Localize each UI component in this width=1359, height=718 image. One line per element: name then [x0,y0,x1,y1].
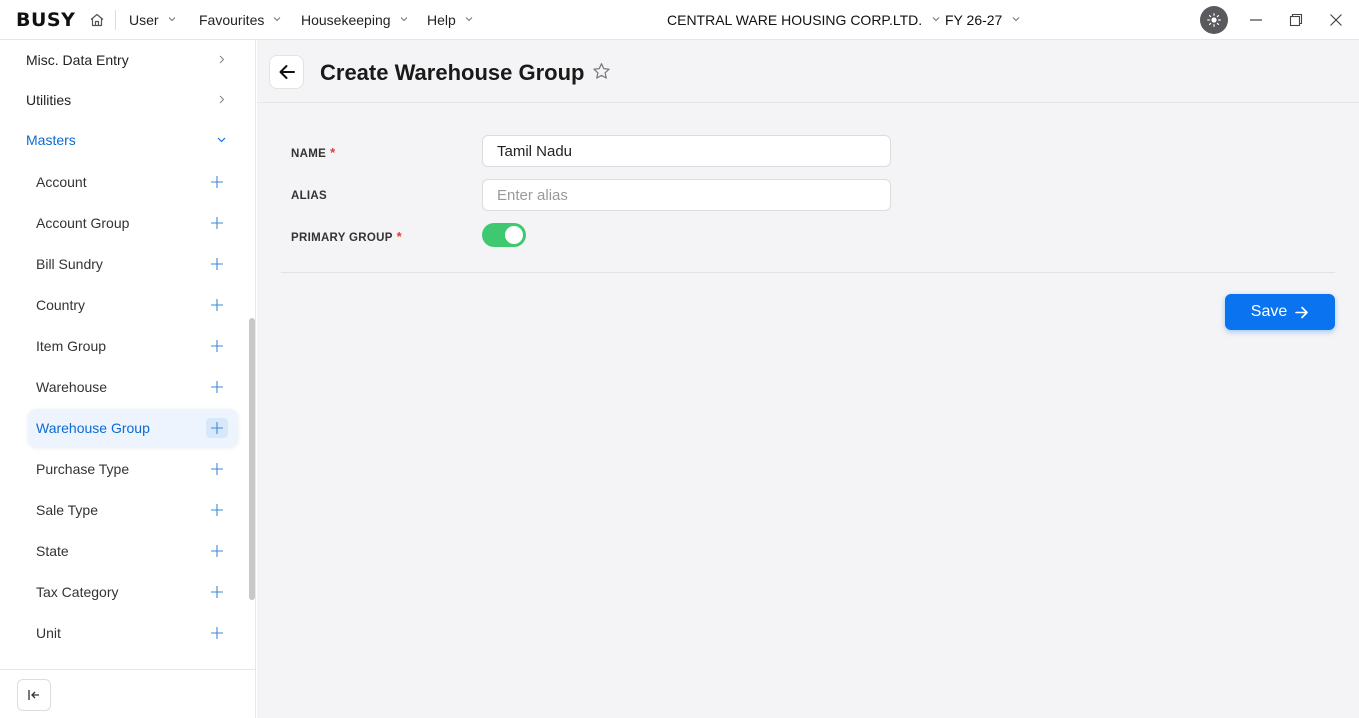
menu-help-label: Help [427,12,456,28]
arrow-left-icon [279,65,295,79]
menu-user[interactable]: User [129,12,176,28]
plus-icon[interactable] [210,380,224,394]
sidebar-item-tax-category[interactable]: Tax Category [28,573,238,611]
sidebar-scrollbar[interactable] [249,318,255,600]
sidebar-item-utilities[interactable]: Utilities [26,88,232,112]
page-header: Create Warehouse Group [257,40,1359,103]
primary-group-label: PRIMARY GROUP * [291,229,402,244]
plus-icon[interactable] [210,421,224,435]
plus-icon[interactable] [210,626,224,640]
menu-housekeeping[interactable]: Housekeeping [301,12,408,28]
minimize-icon[interactable] [1248,12,1264,28]
save-button-label: Save [1250,303,1288,320]
company-selector[interactable]: CENTRAL WARE HOUSING CORP.LTD. [667,12,940,28]
sidebar-item-misc-data-entry[interactable]: Misc. Data Entry [26,48,232,72]
sidebar-item-label: Account Group [36,215,130,231]
home-icon[interactable] [89,12,105,28]
alias-label: ALIAS [291,190,327,202]
sun-icon [1207,13,1221,27]
top-bar: BUSY User Favourites Housekeeping Help C… [0,0,1359,40]
chevron-down-icon [217,137,226,143]
sidebar-item-label: Warehouse Group [36,420,150,436]
sidebar-item-label: Masters [26,132,76,148]
menu-user-label: User [129,12,159,28]
chevron-down-icon [465,17,473,22]
plus-icon[interactable] [210,503,224,517]
chevron-down-icon [168,17,175,22]
chevron-down-icon [400,17,407,22]
sidebar-item-account-group[interactable]: Account Group [28,204,238,242]
menu-favourites-label: Favourites [199,12,265,28]
plus-icon[interactable] [210,585,224,599]
busy-logo[interactable]: BUSY [16,9,75,31]
required-mark: * [396,229,403,244]
plus-icon[interactable] [210,298,224,312]
sidebar-item-label: Purchase Type [36,461,130,477]
restore-icon[interactable] [1288,12,1304,28]
plus-icon[interactable] [210,339,224,353]
sidebar-item-label: Tax Category [36,584,119,600]
company-name: CENTRAL WARE HOUSING CORP.LTD. [667,12,923,28]
name-label: NAME * [291,145,335,160]
toggle-knob [505,226,523,244]
sidebar-item-label: Item Group [36,338,107,354]
sidebar-item-label: State [36,543,69,559]
chevron-right-icon [219,95,225,104]
sidebar-item-purchase-type[interactable]: Purchase Type [28,450,238,488]
sidebar: Misc. Data Entry Utilities Masters Accou… [0,40,256,718]
sidebar-item-sale-type[interactable]: Sale Type [28,491,238,529]
sidebar-item-label: Account [36,174,87,190]
sidebar-item-label: Bill Sundry [36,256,103,272]
sidebar-item-label: Country [36,297,86,313]
collapse-sidebar-button[interactable] [17,679,51,711]
alias-field[interactable] [482,179,891,211]
sidebar-item-label: Sale Type [36,502,99,518]
sidebar-item-state[interactable]: State [28,532,238,570]
sidebar-item-label: Warehouse [36,379,108,395]
name-field[interactable] [482,135,891,167]
separator [115,10,116,30]
star-icon[interactable] [592,62,611,81]
back-button[interactable] [269,55,304,89]
plus-icon[interactable] [210,216,224,230]
divider [281,272,1335,273]
divider [0,669,256,670]
sidebar-item-item-group[interactable]: Item Group [28,327,238,365]
logo-text: BUSY [16,9,76,31]
fiscal-year-selector[interactable]: FY 26-27 [945,12,1020,28]
sidebar-item-masters[interactable]: Masters [26,128,232,152]
sidebar-item-country[interactable]: Country [28,286,238,324]
plus-icon[interactable] [210,462,224,476]
plus-icon[interactable] [210,175,224,189]
sidebar-item-warehouse-group[interactable]: Warehouse Group [28,409,238,447]
chevron-down-icon [932,17,940,22]
menu-help[interactable]: Help [427,12,473,28]
main-content: Create Warehouse Group NAME* ALIAS PRIMA… [257,40,1359,718]
plus-icon[interactable] [210,544,224,558]
menu-favourites[interactable]: Favourites [199,12,281,28]
close-icon[interactable] [1328,12,1344,28]
sidebar-item-label: Misc. Data Entry [26,52,129,68]
sidebar-item-label: Utilities [26,92,72,108]
name-label-text: NAME [291,148,327,160]
sidebar-item-warehouse[interactable]: Warehouse [28,368,238,406]
theme-toggle-button[interactable] [1200,6,1228,34]
sidebar-item-bill-sundry[interactable]: Bill Sundry [28,245,238,283]
chevron-down-icon [273,17,281,22]
plus-icon[interactable] [210,257,224,271]
fiscal-year-label: FY 26-27 [945,12,1003,28]
save-button[interactable]: Save [1225,294,1335,330]
arrow-right-icon [1295,306,1309,318]
collapse-left-icon [28,690,39,700]
chevron-right-icon [219,55,225,64]
sidebar-item-account[interactable]: Account [28,163,238,201]
primary-group-toggle[interactable] [482,223,526,247]
required-mark: * [330,145,336,160]
page-title: Create Warehouse Group [320,60,585,85]
primary-group-label-text: PRIMARY GROUP [291,232,393,244]
menu-housekeeping-label: Housekeeping [301,12,391,28]
chevron-down-icon [1012,17,1020,22]
sidebar-item-unit[interactable]: Unit [28,614,238,652]
sidebar-item-label: Unit [36,625,61,641]
